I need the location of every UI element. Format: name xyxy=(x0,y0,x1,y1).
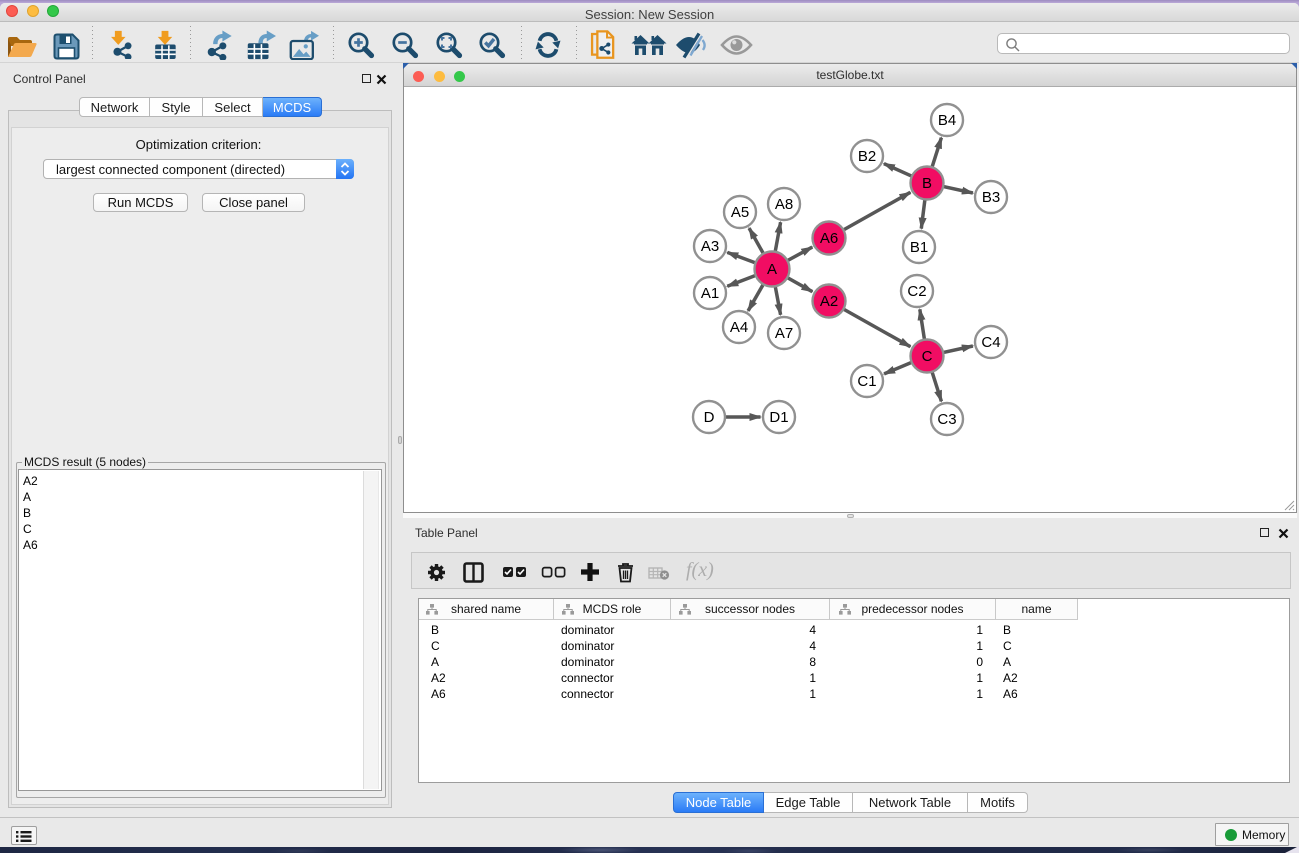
svg-text:C1: C1 xyxy=(857,373,876,390)
svg-text:A: A xyxy=(767,261,777,278)
svg-text:D1: D1 xyxy=(769,409,788,426)
svg-text:A7: A7 xyxy=(775,325,793,342)
svg-text:A3: A3 xyxy=(701,238,719,255)
svg-text:A1: A1 xyxy=(701,285,719,302)
svg-text:B1: B1 xyxy=(910,239,928,256)
svg-text:A5: A5 xyxy=(731,204,749,221)
svg-text:B: B xyxy=(922,175,932,192)
svg-text:B3: B3 xyxy=(982,189,1000,206)
svg-text:B2: B2 xyxy=(858,148,876,165)
svg-text:B4: B4 xyxy=(938,112,956,129)
svg-text:D: D xyxy=(704,409,715,426)
svg-text:A2: A2 xyxy=(820,293,838,310)
svg-text:C3: C3 xyxy=(937,411,956,428)
svg-text:C: C xyxy=(922,348,933,365)
svg-text:A8: A8 xyxy=(775,196,793,213)
svg-text:C4: C4 xyxy=(981,334,1000,351)
svg-text:A6: A6 xyxy=(820,230,838,247)
svg-text:A4: A4 xyxy=(730,319,748,336)
svg-text:C2: C2 xyxy=(907,283,926,300)
